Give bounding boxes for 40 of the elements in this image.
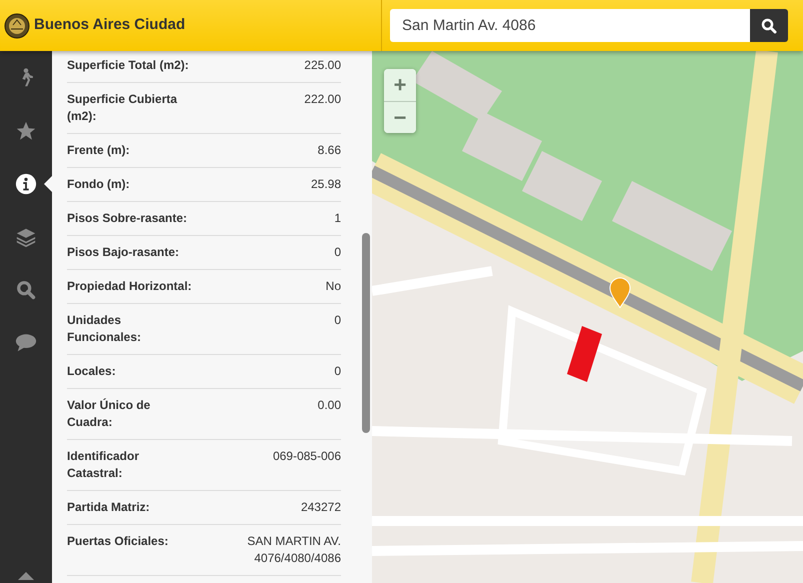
field-value: 0 bbox=[333, 363, 341, 380]
map-drawing[interactable] bbox=[372, 51, 803, 583]
field-value: 25.98 bbox=[310, 176, 341, 193]
star-icon bbox=[15, 120, 37, 142]
field-label: Frente (m): bbox=[67, 142, 131, 159]
chat-icon bbox=[15, 332, 37, 354]
scrollbar-thumb[interactable] bbox=[362, 233, 370, 433]
field-label: Partida Matriz: bbox=[67, 499, 151, 516]
field-value: 069-085-006 bbox=[272, 448, 341, 465]
field-label: Pisos Bajo-rasante: bbox=[67, 244, 180, 261]
city-seal-icon bbox=[4, 12, 30, 38]
zoom-out-button[interactable]: − bbox=[384, 101, 416, 133]
field-label: Fondo (m): bbox=[67, 176, 131, 193]
field-label: Superficie Total (m2): bbox=[67, 57, 190, 74]
field-label: Propiedad Horizontal: bbox=[67, 278, 192, 295]
field-label: Locales: bbox=[67, 363, 117, 380]
search-icon bbox=[761, 18, 777, 34]
field-value: 1 bbox=[333, 210, 341, 227]
field-value: No bbox=[324, 278, 341, 295]
search-icon bbox=[15, 278, 37, 300]
field-label: Valor Único de Cuadra: bbox=[67, 397, 152, 431]
search-button[interactable] bbox=[750, 9, 788, 42]
field-value: 222.00 bbox=[303, 91, 341, 108]
field-label: Puertas Oficiales: bbox=[67, 533, 170, 550]
field-label: Pisos Sobre-rasante: bbox=[67, 210, 188, 227]
field-label: Unidades Funcionales: bbox=[67, 312, 142, 346]
field-label: Superficie Cubierta (m2): bbox=[67, 91, 178, 125]
field-value: SAN MARTIN AV. 4076/4080/4086 bbox=[246, 533, 341, 567]
search-field[interactable]: San Martin Av. 4086 bbox=[390, 9, 750, 42]
field-value: 243272 bbox=[300, 499, 341, 516]
field-value: 225.00 bbox=[303, 57, 341, 74]
field-value: 0.00 bbox=[316, 397, 341, 414]
zoom-in-button[interactable]: + bbox=[384, 69, 416, 101]
field-value: 8.66 bbox=[316, 142, 341, 159]
field-value: 0 bbox=[333, 312, 341, 329]
field-value: 0 bbox=[333, 244, 341, 261]
site-title: Buenos Aires Ciudad bbox=[34, 15, 186, 36]
caret-up-icon bbox=[18, 572, 34, 580]
info-icon bbox=[15, 172, 37, 194]
field-label: Identificador Catastral: bbox=[67, 448, 140, 482]
